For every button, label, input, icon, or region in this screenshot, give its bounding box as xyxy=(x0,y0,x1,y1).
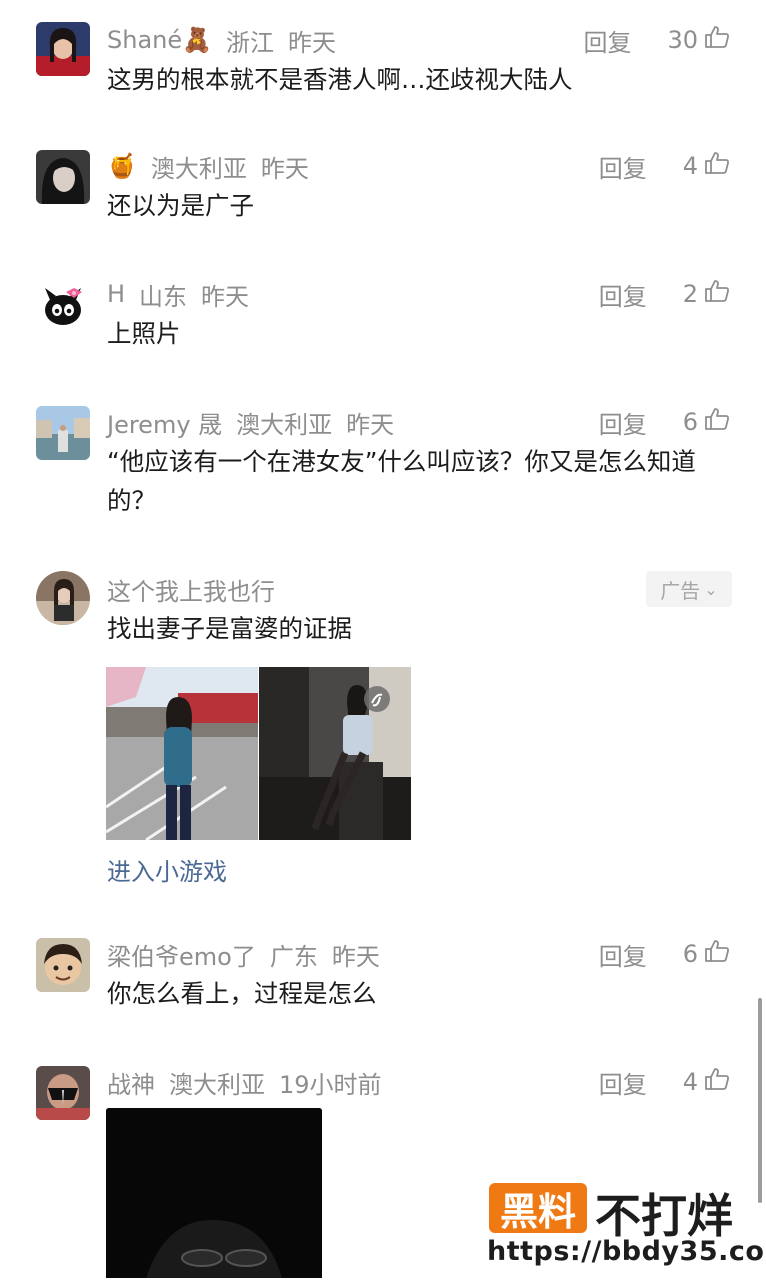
username[interactable]: 梁伯爷emo了 xyxy=(107,937,256,972)
reply-button[interactable]: 回复 xyxy=(599,277,647,312)
comment-actions: 回复 30 xyxy=(583,20,730,60)
like-count: 6 xyxy=(682,940,698,968)
chevron-down-icon: ⌄ xyxy=(704,579,718,599)
enter-mini-game-link[interactable]: 进入小游戏 xyxy=(107,852,227,887)
ad-badge[interactable]: 广告 ⌄ xyxy=(646,571,732,607)
ad-item: 这个我上我也行 广告 ⌄ 找出妻子是富婆的证据 进入小游戏 xyxy=(0,569,766,889)
reply-button[interactable]: 回复 xyxy=(599,937,647,972)
scrollbar[interactable] xyxy=(758,998,762,1203)
timestamp: 昨天 xyxy=(331,942,380,971)
reply-button[interactable]: 回复 xyxy=(583,23,631,58)
comment-meta: H 山东 昨天 xyxy=(107,274,249,314)
username[interactable]: 战神 xyxy=(107,1065,155,1100)
avatar[interactable] xyxy=(36,22,90,76)
location: 山东 xyxy=(139,282,188,311)
comment-image[interactable] xyxy=(106,1108,322,1278)
timestamp: 19小时前 xyxy=(279,1070,382,1099)
ad-image-left xyxy=(106,667,258,840)
comment-text: 还以为是广子 xyxy=(107,191,254,220)
comment-item: H 山东 昨天 回复 2 上照片 xyxy=(0,274,766,384)
timestamp: 昨天 xyxy=(201,282,250,311)
comment-item: Shané🧸 浙江 昨天 回复 30 这男的根本就不是香港人啊…还歧视大陆人 xyxy=(0,20,766,130)
ad-image-right xyxy=(259,667,411,840)
username[interactable]: 🍯 xyxy=(107,152,137,180)
comment-actions: 回复 6 xyxy=(599,402,730,442)
username[interactable]: Jeremy 晟 xyxy=(107,405,222,440)
like-count: 2 xyxy=(682,280,698,308)
avatar[interactable] xyxy=(36,150,90,204)
comment-text: 这男的根本就不是香港人啊…还歧视大陆人 xyxy=(107,65,573,94)
reply-button[interactable]: 回复 xyxy=(599,405,647,440)
like-count: 4 xyxy=(682,152,698,180)
location: 澳大利亚 xyxy=(236,410,333,439)
location: 澳大利亚 xyxy=(150,154,247,183)
location: 澳大利亚 xyxy=(169,1070,265,1099)
comment-actions: 回复 6 xyxy=(599,934,730,974)
ad-text: 找出妻子是富婆的证据 xyxy=(107,614,352,643)
comment-text: 上照片 xyxy=(107,319,181,348)
comment-actions: 回复 4 xyxy=(599,1062,730,1102)
thumbs-up-icon[interactable] xyxy=(704,938,730,970)
comment-meta: 这个我上我也行 xyxy=(107,569,275,609)
comment-meta: Shané🧸 浙江 昨天 xyxy=(107,20,336,60)
watermark-badge: 黑料 xyxy=(489,1183,587,1234)
avatar[interactable] xyxy=(36,1066,90,1120)
thumbs-up-icon[interactable] xyxy=(704,150,730,182)
comment-meta: 战神 澳大利亚 19小时前 xyxy=(107,1062,382,1102)
username[interactable]: 这个我上我也行 xyxy=(107,572,275,607)
comment-text: “他应该有一个在港女友”什么叫应该？你又是怎么知道的？ xyxy=(107,447,696,515)
ad-badge-label: 广告 xyxy=(660,578,701,603)
thumbs-up-icon[interactable] xyxy=(704,278,730,310)
comment-meta: 梁伯爷emo了 广东 昨天 xyxy=(107,934,380,974)
avatar[interactable] xyxy=(36,278,90,332)
avatar[interactable] xyxy=(36,406,90,460)
thumbs-up-icon[interactable] xyxy=(704,24,730,56)
location: 浙江 xyxy=(226,28,275,57)
avatar[interactable] xyxy=(36,938,90,992)
timestamp: 昨天 xyxy=(288,28,337,57)
ad-image-gallery[interactable] xyxy=(106,667,411,840)
thumbs-up-icon[interactable] xyxy=(704,406,730,438)
watermark-logo: 黑料 不打烊 https://bbdy35.com xyxy=(487,1180,766,1276)
timestamp: 昨天 xyxy=(260,154,309,183)
username[interactable]: Shané🧸 xyxy=(107,26,212,54)
comment-meta: 🍯 澳大利亚 昨天 xyxy=(107,146,309,186)
comment-item: 🍯 澳大利亚 昨天 回复 4 还以为是广子 xyxy=(0,146,766,256)
thumbs-up-icon[interactable] xyxy=(704,1066,730,1098)
comment-item: 梁伯爷emo了 广东 昨天 回复 6 你怎么看上，过程是怎么 xyxy=(0,934,766,1044)
comment-item: Jeremy 晟 澳大利亚 昨天 回复 6 “他应该有一个在港女友”什么叫应该？… xyxy=(0,402,766,532)
comment-actions: 回复 4 xyxy=(599,146,730,186)
like-count: 30 xyxy=(667,26,698,54)
avatar[interactable] xyxy=(36,571,90,625)
reply-button[interactable]: 回复 xyxy=(599,1065,647,1100)
comment-actions: 回复 2 xyxy=(599,274,730,314)
username[interactable]: H xyxy=(107,280,125,308)
comment-text: 你怎么看上，过程是怎么 xyxy=(107,979,377,1008)
location: 广东 xyxy=(269,942,318,971)
like-count: 4 xyxy=(682,1068,698,1096)
like-count: 6 xyxy=(682,408,698,436)
reply-button[interactable]: 回复 xyxy=(599,149,647,184)
timestamp: 昨天 xyxy=(346,410,395,439)
comment-meta: Jeremy 晟 澳大利亚 昨天 xyxy=(107,402,394,442)
watermark-url: https://bbdy35.com xyxy=(487,1236,766,1267)
